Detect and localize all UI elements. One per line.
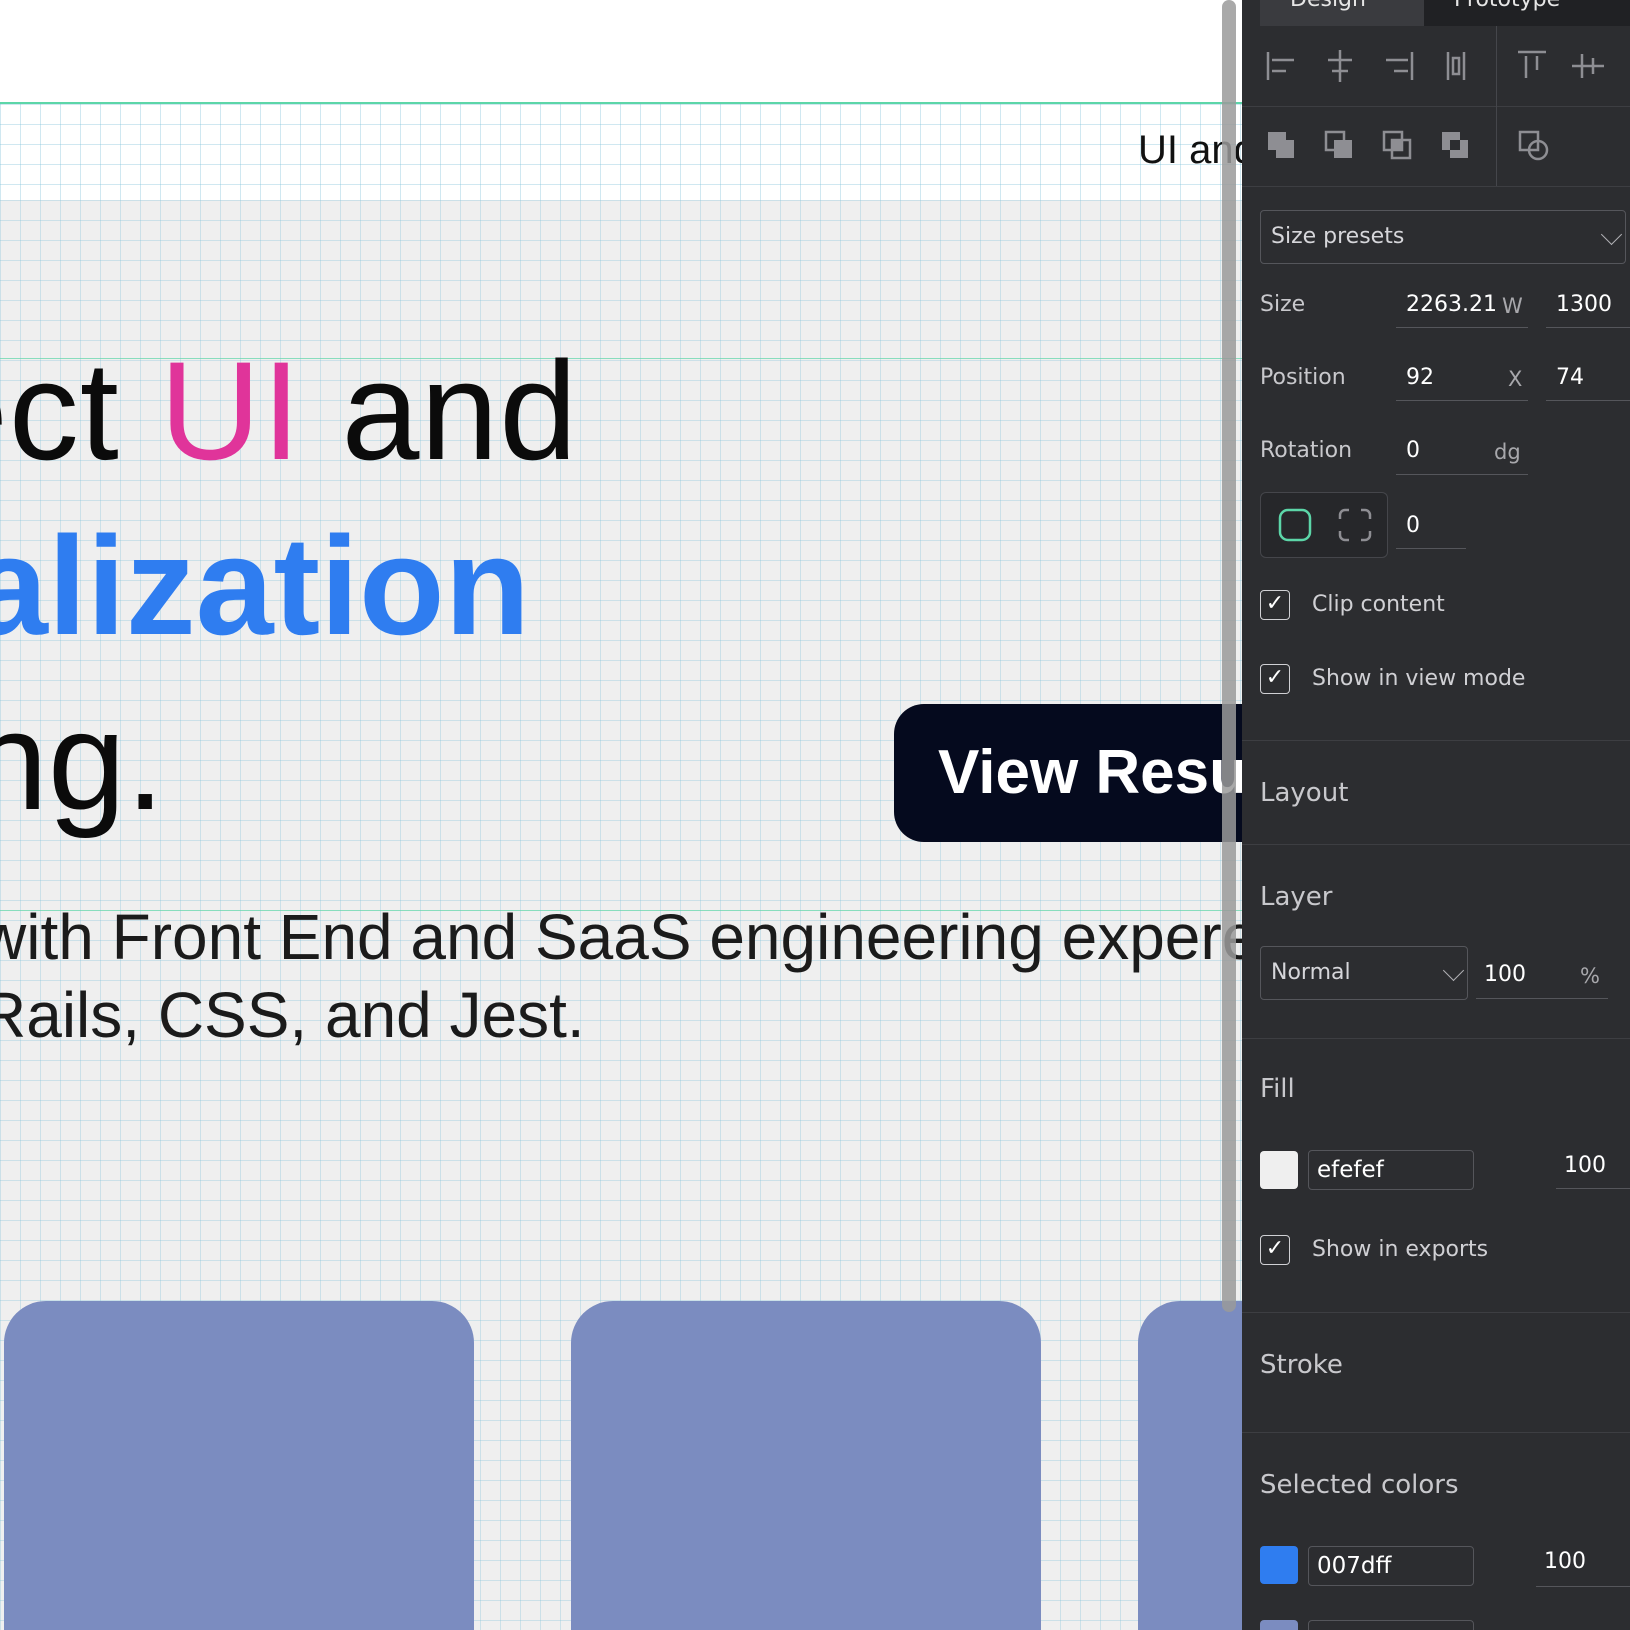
radius-mode-toggle (1260, 492, 1388, 558)
align-top-icon[interactable] (1512, 46, 1552, 86)
position-x-underline (1396, 400, 1528, 401)
alignment-toolbar (1242, 26, 1630, 107)
project-card[interactable] (1138, 1301, 1242, 1630)
position-x-unit: X (1508, 367, 1523, 391)
radius-input[interactable]: 0 (1406, 513, 1420, 538)
fill-section-title: Fill (1260, 1074, 1295, 1104)
flatten-icon[interactable] (1514, 126, 1554, 166)
hero-heading-line-1: ect UI and (0, 330, 578, 492)
blend-mode-select[interactable]: Normal (1260, 946, 1468, 1000)
fill-hex-input[interactable]: efefef (1308, 1150, 1474, 1190)
layer-opacity-input[interactable]: 100 (1484, 962, 1526, 987)
size-label: Size (1260, 292, 1306, 317)
blend-mode-value: Normal (1271, 960, 1351, 985)
section-divider (1242, 1312, 1630, 1313)
position-y-underline (1546, 400, 1630, 401)
chevron-down-icon (1442, 959, 1465, 982)
width-underline (1396, 327, 1528, 328)
design-properties-panel: Design Prototype Size presets Size 2263.… (1242, 0, 1630, 1630)
height-input[interactable]: 1300 (1556, 292, 1612, 317)
fill-opacity-underline (1556, 1188, 1630, 1189)
selected-color-hex-input[interactable] (1308, 1620, 1474, 1630)
align-h-center-icon[interactable] (1320, 46, 1360, 86)
hero-heading-accent: UI (159, 332, 302, 489)
hero-heading-line-2: alization (0, 507, 531, 664)
position-label: Position (1260, 365, 1346, 390)
radius-independent-icon[interactable] (1337, 507, 1373, 543)
rotation-input[interactable]: 0 (1406, 438, 1420, 463)
radius-all-icon[interactable] (1277, 507, 1313, 543)
selected-color-swatch[interactable] (1260, 1546, 1298, 1584)
align-left-icon[interactable] (1262, 46, 1302, 86)
selected-color-hex-input[interactable]: 007dff (1308, 1546, 1474, 1586)
stroke-section-title[interactable]: Stroke (1260, 1350, 1343, 1380)
selected-color-opacity-input[interactable]: 100 (1544, 1549, 1586, 1574)
section-divider (1242, 844, 1630, 845)
hero-heading-line-3: ng. (0, 682, 165, 839)
bool-union-icon[interactable] (1262, 126, 1302, 166)
radius-underline (1396, 548, 1466, 549)
show-in-exports-label: Show in exports (1312, 1237, 1489, 1262)
section-divider (1242, 1432, 1630, 1433)
size-presets-select[interactable]: Size presets (1260, 210, 1626, 264)
boolean-toolbar (1242, 106, 1630, 187)
rotation-underline (1396, 474, 1528, 475)
width-input[interactable]: 2263.21 (1406, 292, 1497, 317)
hero-subtitle-line-1: with Front End and SaaS engineering expe… (0, 901, 1242, 973)
selected-color-opacity-underline (1536, 1586, 1630, 1587)
rotation-label: Rotation (1260, 438, 1353, 463)
bool-difference-icon[interactable] (1320, 126, 1360, 166)
size-presets-label: Size presets (1271, 224, 1405, 249)
position-y-input[interactable]: 74 (1556, 365, 1584, 390)
artboard-header-area[interactable] (0, 104, 1242, 200)
width-unit: W (1502, 294, 1523, 318)
align-v-center-icon[interactable] (1568, 46, 1608, 86)
align-right-icon[interactable] (1378, 46, 1418, 86)
rotation-unit: dg (1494, 440, 1521, 464)
selected-color-swatch[interactable] (1260, 1620, 1298, 1630)
hero-subtitle-line-2: Rails, CSS, and Jest. (0, 979, 585, 1051)
layout-section-title[interactable]: Layout (1260, 778, 1348, 808)
show-in-view-mode-label: Show in view mode (1312, 666, 1526, 691)
view-resume-button[interactable]: View Resu (894, 704, 1242, 842)
show-in-view-mode-checkbox[interactable]: ✓ (1260, 664, 1290, 694)
tab-prototype[interactable]: Prototype (1424, 0, 1630, 26)
chevron-down-icon (1600, 223, 1623, 246)
hero-heading-post: and (301, 332, 579, 489)
selected-colors-section-title: Selected colors (1260, 1470, 1459, 1500)
fill-color-swatch[interactable] (1260, 1151, 1298, 1189)
layer-opacity-unit: % (1580, 964, 1600, 988)
show-in-exports-checkbox[interactable]: ✓ (1260, 1235, 1290, 1265)
project-card[interactable] (571, 1301, 1041, 1630)
clip-content-label: Clip content (1312, 592, 1445, 617)
bool-intersection-icon[interactable] (1378, 126, 1418, 166)
canvas-scrollbar[interactable] (1222, 0, 1236, 1312)
fill-opacity-input[interactable]: 100 (1564, 1153, 1606, 1178)
clip-content-checkbox[interactable]: ✓ (1260, 590, 1290, 620)
layer-section-title: Layer (1260, 882, 1333, 912)
layer-opacity-underline (1476, 998, 1608, 999)
section-divider (1242, 1038, 1630, 1039)
distribute-h-icon[interactable] (1436, 46, 1476, 86)
section-divider (1242, 740, 1630, 741)
height-underline (1546, 327, 1630, 328)
design-canvas[interactable]: UI and ect UI and alization ng. View Res… (0, 0, 1242, 1630)
project-card[interactable] (4, 1301, 474, 1630)
position-x-input[interactable]: 92 (1406, 365, 1434, 390)
bool-exclude-icon[interactable] (1436, 126, 1476, 166)
hero-heading-pre: ect (0, 332, 120, 489)
